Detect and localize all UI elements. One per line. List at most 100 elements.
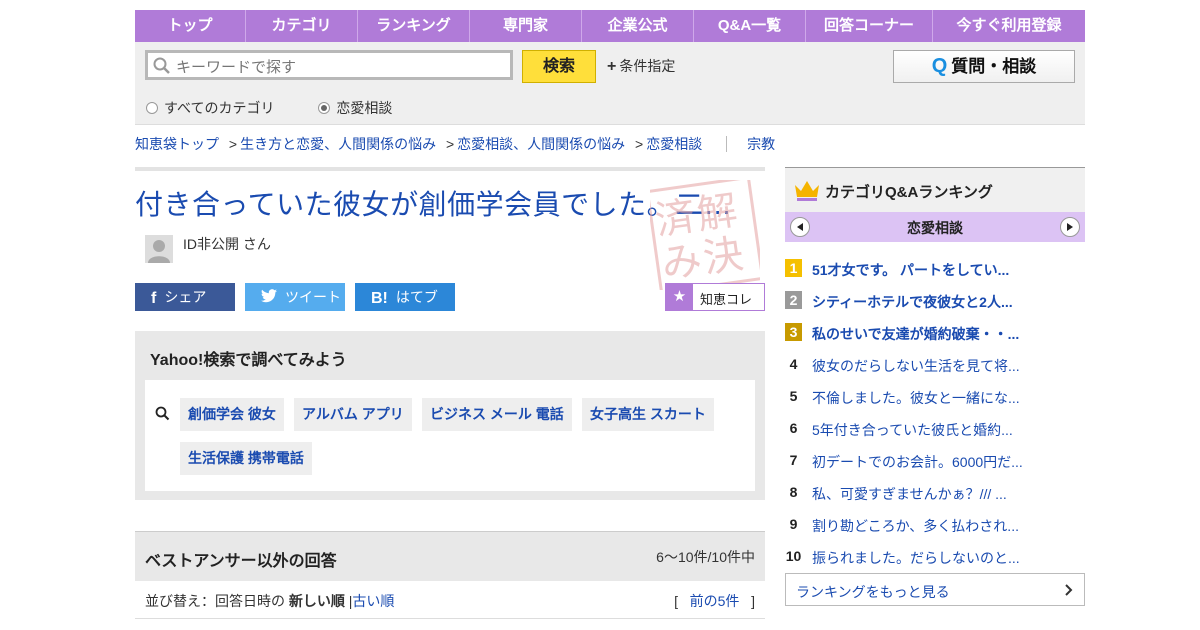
more-ranking-button[interactable]: ランキングをもっと見る <box>785 573 1085 606</box>
other-answers-title: ベストアンサー以外の回答 <box>145 553 337 570</box>
ranking-item: 6 5年付き合っていた彼氏と婚約... <box>785 413 1085 445</box>
rank-number: 10 <box>785 548 802 564</box>
nav-item-register[interactable]: 今すぐ利用登録 <box>933 10 1085 42</box>
next-category-button[interactable] <box>1060 217 1080 237</box>
nav-item-official[interactable]: 企業公式 <box>582 10 694 42</box>
crown-icon <box>794 179 820 206</box>
breadcrumb-love-advice[interactable]: 恋愛相談 <box>646 136 702 152</box>
prev-page-link[interactable]: 前の5件 <box>690 593 740 609</box>
rank-number: 3 <box>785 323 802 341</box>
rank-number: 7 <box>789 452 798 468</box>
ranking-link[interactable]: シティーホテルで夜彼女と2人... <box>812 292 1013 312</box>
ranking-item: 1 51才女です。 パートをしてい... <box>785 253 1085 285</box>
nav-item-ranking[interactable]: ランキング <box>358 10 470 42</box>
rank-number: 1 <box>785 259 802 277</box>
more-ranking-label: ランキングをもっと見る <box>796 584 950 600</box>
rank-number: 5 <box>789 388 798 404</box>
ranking-link[interactable]: 不倫しました。彼女と一緒にな... <box>812 388 1020 408</box>
search-icon <box>153 57 171 80</box>
search-icon <box>155 406 170 426</box>
pagination: [ 前の5件 ] <box>674 591 755 611</box>
nav-item-category[interactable]: カテゴリ <box>246 10 358 42</box>
sort-bar: 並び替え：回答日時の 新しい順 |古い順 [ 前の5件 ] <box>135 581 765 619</box>
nav-item-qa-list[interactable]: Q&A一覧 <box>694 10 806 42</box>
nav-item-top[interactable]: トップ <box>135 10 246 42</box>
facebook-share-label: シェア <box>164 289 207 305</box>
ranking-title: カテゴリQ&Aランキング <box>825 184 993 201</box>
resolved-stamp: 解 決 済 み <box>650 180 760 290</box>
radio-current-category[interactable]: 恋愛相談 <box>318 98 392 118</box>
twitter-share-label: ツイート <box>285 289 341 305</box>
chiekore-button[interactable]: ★ 知恵コレ <box>665 283 765 311</box>
question-title: 付き合っていた彼女が創価学会員でした。二… <box>135 189 733 220</box>
breadcrumb-life[interactable]: 生き方と恋愛、人間関係の悩み <box>240 136 436 152</box>
nav-item-experts[interactable]: 専門家 <box>470 10 582 42</box>
hatena-icon: B! <box>371 290 388 307</box>
sort-controls: 並び替え：回答日時の 新しい順 |古い順 <box>145 591 394 611</box>
search-input[interactable] <box>174 55 508 79</box>
ranking-item: 7 初デートでのお会計。6000円だ... <box>785 445 1085 477</box>
ranking-link[interactable]: 初デートでのお会計。6000円だ... <box>812 452 1023 472</box>
q-logo-icon: Q <box>931 55 948 77</box>
facebook-icon: f <box>151 290 157 307</box>
keyword-link[interactable]: 創価学会 彼女 <box>180 398 284 431</box>
keyword-panel: 創価学会 彼女 アルバム アプリ ビジネス メール 電話 女子高生 スカート 生… <box>145 380 755 491</box>
conditions-label: 条件指定 <box>619 58 676 74</box>
rank-number: 4 <box>789 356 798 372</box>
nav-item-answer-corner[interactable]: 回答コーナー <box>806 10 933 42</box>
ranking-item: 8 私、可愛すぎませんかぁ？/// ... <box>785 477 1085 509</box>
hatena-label: はてブ <box>395 289 438 305</box>
ranking-category-name: 恋愛相談 <box>907 220 963 236</box>
star-icon: ★ <box>666 284 693 310</box>
keyword-link[interactable]: 生活保護 携帯電話 <box>180 442 312 475</box>
stamp-char: 済 <box>652 193 698 244</box>
yahoo-search-box: Yahoo!検索で調べてみよう 創価学会 彼女 アルバム アプリ ビジネス メー… <box>135 331 765 500</box>
ranking-item: 10 振られました。だらしないのと... <box>785 541 1085 573</box>
breadcrumb-top[interactable]: 知恵袋トップ <box>135 136 219 152</box>
section-divider <box>135 167 765 171</box>
hatena-bookmark-button[interactable]: B! はてブ <box>355 283 455 311</box>
rank-number: 9 <box>789 516 798 532</box>
yahoo-search-title: Yahoo!検索で調べてみよう <box>150 352 347 369</box>
conditions-link[interactable]: + 条件指定 <box>607 56 675 76</box>
search-button[interactable]: 検索 <box>522 50 596 83</box>
keyword-link[interactable]: ビジネス メール 電話 <box>422 398 572 431</box>
sort-oldest-link[interactable]: 古い順 <box>352 593 394 609</box>
ask-question-button[interactable]: Q 質問・相談 <box>893 50 1075 83</box>
rank-number: 8 <box>789 484 798 500</box>
bracket-close: ] <box>751 593 755 609</box>
triangle-right-icon <box>1067 223 1073 231</box>
ranking-link[interactable]: 51才女です。 パートをしてい... <box>812 260 1009 280</box>
answer-count: 6〜10件/10件中 <box>656 549 755 565</box>
radio-off-icon <box>146 102 158 114</box>
twitter-share-button[interactable]: ツイート <box>245 283 345 311</box>
keyword-link[interactable]: アルバム アプリ <box>294 398 412 431</box>
keyword-link[interactable]: 女子高生 スカート <box>582 398 714 431</box>
ranking-link[interactable]: 5年付き合っていた彼氏と婚約... <box>812 420 1013 440</box>
ranking-link[interactable]: 彼女のだらしない生活を見て将... <box>812 356 1020 376</box>
ranking-header: カテゴリQ&Aランキング <box>785 167 1085 213</box>
ranking-link[interactable]: 私のせいで友達が婚約破棄・・... <box>812 324 1019 344</box>
stamp-char: 解 <box>694 188 740 239</box>
tag-religion[interactable]: 宗教 <box>747 136 775 152</box>
sort-label: 並び替え：回答日時の <box>145 593 285 609</box>
bracket-open: [ <box>674 593 678 609</box>
radio-cat-label: 恋愛相談 <box>336 100 393 116</box>
sort-newest: 新しい順 <box>288 593 345 609</box>
other-answers-header: ベストアンサー以外の回答 6〜10件/10件中 <box>135 531 765 581</box>
twitter-bird-icon <box>261 285 277 313</box>
top-nav: トップ カテゴリ ランキング 専門家 企業公式 Q&A一覧 回答コーナー 今すぐ… <box>135 10 1085 42</box>
facebook-share-button[interactable]: f シェア <box>135 283 235 311</box>
radio-all-categories[interactable]: すべてのカテゴリ <box>146 98 274 118</box>
chevron-right-icon <box>1065 584 1073 596</box>
ranking-item: 5 不倫しました。彼女と一緒にな... <box>785 381 1085 413</box>
breadcrumb: 知恵袋トップ > 生き方と恋愛、人間関係の悩み > 恋愛相談、人間関係の悩み > 恋愛… <box>135 134 775 154</box>
ranking-category-bar: 恋愛相談 <box>785 212 1085 242</box>
chiekore-label: 知恵コレ <box>700 292 753 307</box>
ranking-link[interactable]: 私、可愛すぎませんかぁ？/// ... <box>812 484 1007 504</box>
breadcrumb-love-relationships[interactable]: 恋愛相談、人間関係の悩み <box>457 136 625 152</box>
ranking-link[interactable]: 割り勘どころか、多く払わされ... <box>812 516 1019 536</box>
ranking-link[interactable]: 振られました。だらしないのと... <box>812 548 1020 568</box>
breadcrumb-separator: > <box>635 136 644 152</box>
ranking-item: 9 割り勘どころか、多く払わされ... <box>785 509 1085 541</box>
